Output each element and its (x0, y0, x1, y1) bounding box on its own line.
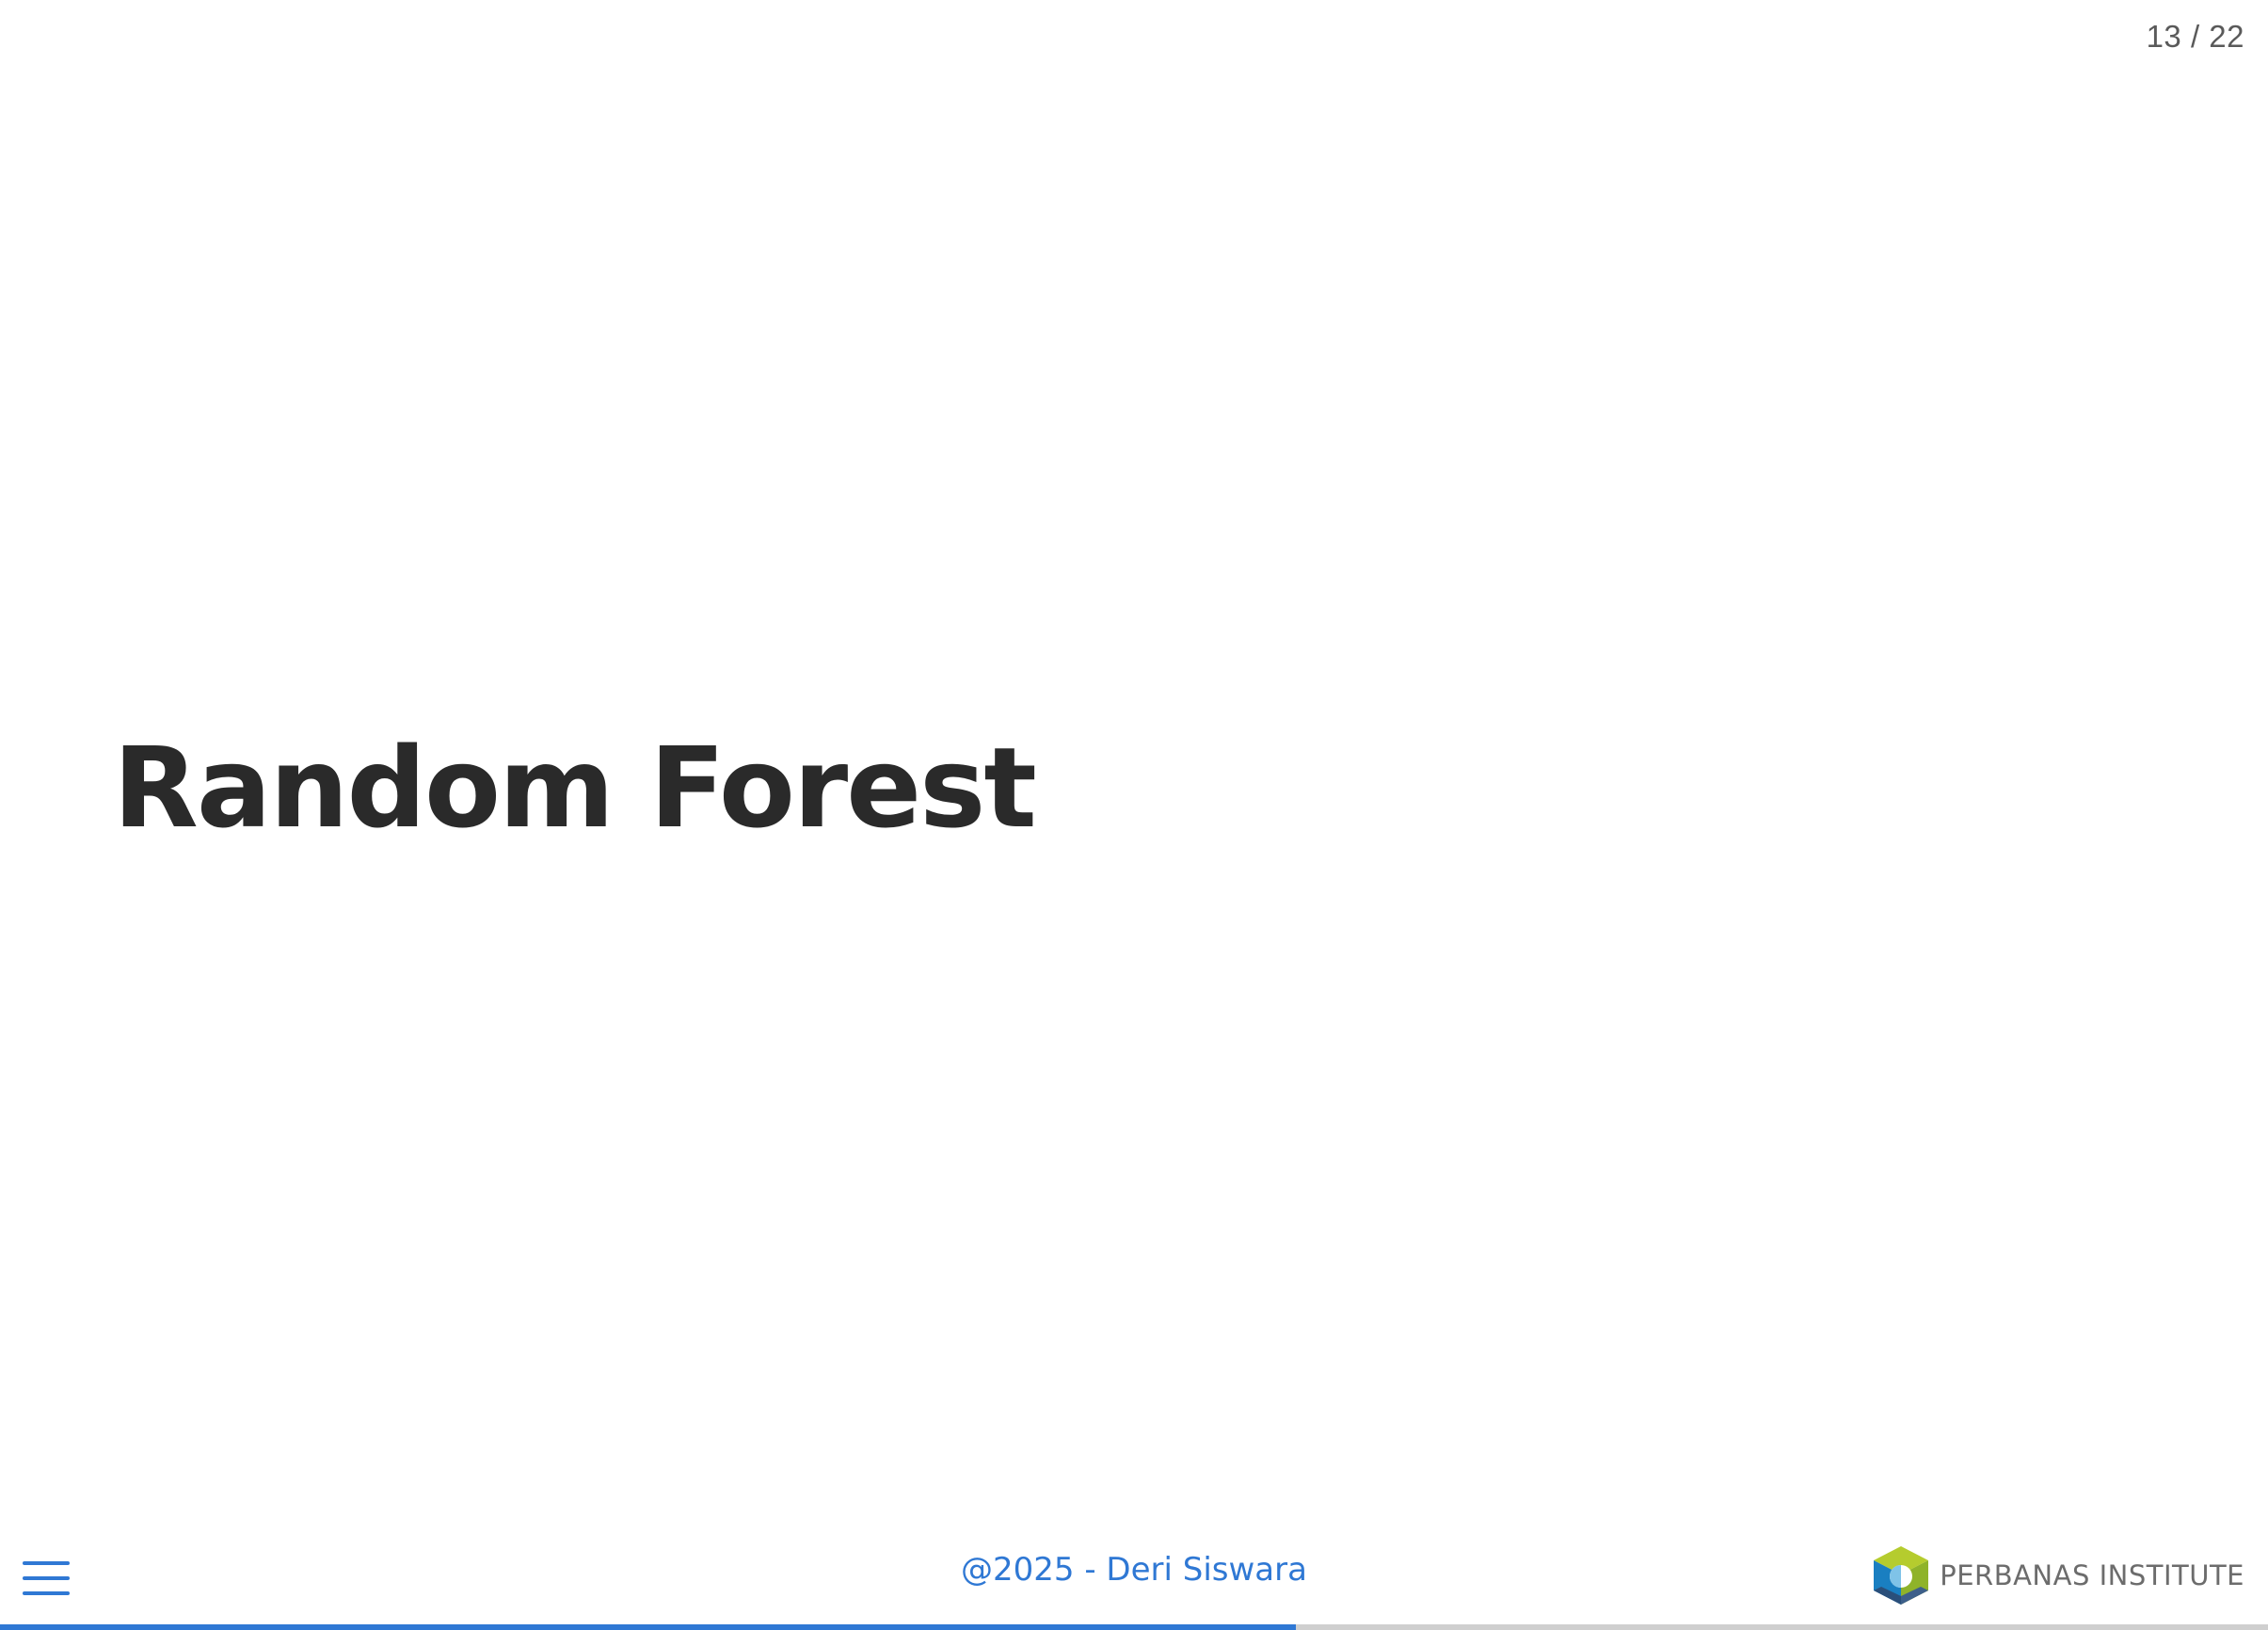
slide-title: Random Forest (113, 723, 1037, 853)
logo-text: PERBANAS INSTITUTE (1940, 1559, 2244, 1591)
perbanas-cube-logo-icon (1874, 1546, 1929, 1605)
perbanas-logo: PERBANAS INSTITUTE (1870, 1544, 2244, 1606)
progress-fill (0, 1624, 1297, 1630)
footer-author-link[interactable]: @2025 - Deri Siswara (961, 1551, 1307, 1589)
slide-counter: 13 / 22 (2146, 19, 2244, 54)
slide: 13 / 22 Random Forest @2025 - Deri Siswa… (0, 0, 2268, 1630)
progress-bar (0, 1624, 2268, 1630)
